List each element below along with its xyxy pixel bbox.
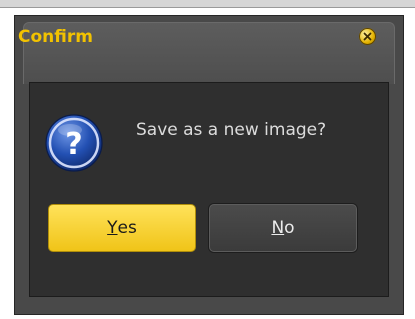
dialog-title: Confirm bbox=[18, 27, 93, 47]
question-icon: ? bbox=[45, 114, 103, 172]
yes-mnemonic: Y bbox=[107, 218, 118, 238]
window-top-edge bbox=[0, 0, 415, 8]
dialog-message: Save as a new image? bbox=[136, 120, 327, 140]
no-button[interactable]: No bbox=[209, 204, 357, 252]
svg-text:?: ? bbox=[65, 127, 82, 162]
close-icon bbox=[363, 32, 372, 41]
close-button[interactable] bbox=[359, 28, 376, 45]
no-mnemonic: N bbox=[271, 218, 285, 238]
yes-button[interactable]: Yes bbox=[48, 204, 196, 252]
yes-label-rest: es bbox=[117, 218, 137, 238]
no-label-rest: o bbox=[284, 218, 295, 238]
